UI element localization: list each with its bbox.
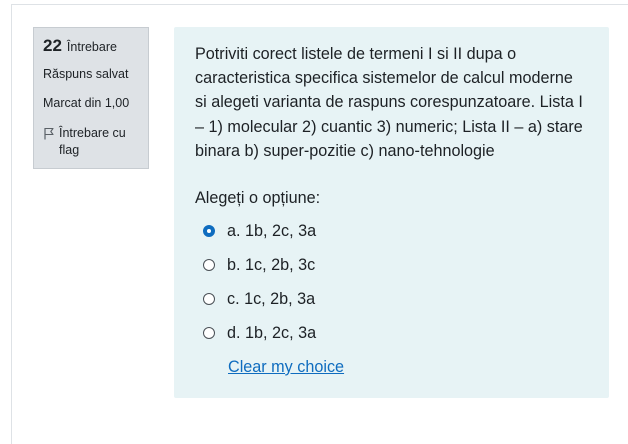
answer-option-label: b. 1c, 2b, 3c	[227, 255, 316, 274]
flag-icon	[43, 127, 55, 140]
question-info-box: 22 Întrebare Răspuns salvat Marcat din 1…	[33, 27, 149, 169]
flag-question-toggle[interactable]: Întrebare cu flag	[43, 125, 140, 159]
question-number-label: Întrebare	[66, 40, 117, 54]
question-number-row: 22 Întrebare	[43, 36, 140, 56]
answer-prompt: Alegeți o opțiune:	[195, 189, 321, 208]
flag-question-label: Întrebare cu flag	[59, 126, 126, 157]
answer-option-label: c. 1c, 2b, 3a	[227, 289, 316, 308]
answer-option-label: d. 1b, 2c, 3a	[227, 323, 317, 342]
question-status: Răspuns salvat	[43, 67, 129, 81]
answer-option-label: a. 1b, 2c, 3a	[227, 221, 317, 240]
radio-button-d[interactable]	[203, 327, 215, 340]
answer-option-b[interactable]: b. 1c, 2b, 3c	[195, 248, 589, 282]
question-text: Potriviti corect listele de termeni I si…	[195, 45, 583, 160]
answer-option-d[interactable]: d. 1b, 2c, 3a	[195, 316, 589, 350]
answer-option-c[interactable]: c. 1c, 2b, 3a	[195, 282, 589, 316]
radio-button-c[interactable]	[203, 293, 215, 306]
answer-option-a[interactable]: a. 1b, 2c, 3a	[195, 214, 589, 248]
radio-button-b[interactable]	[203, 259, 215, 272]
question-number: 22	[43, 36, 62, 55]
question-content: Potriviti corect listele de termeni I si…	[174, 27, 609, 398]
clear-choice-link[interactable]: Clear my choice	[228, 358, 344, 377]
question-grade: Marcat din 1,00	[43, 96, 130, 110]
answer-options: a. 1b, 2c, 3a b. 1c, 2b, 3c c. 1c, 2b, 3…	[195, 214, 589, 350]
radio-button-a[interactable]	[203, 225, 215, 238]
